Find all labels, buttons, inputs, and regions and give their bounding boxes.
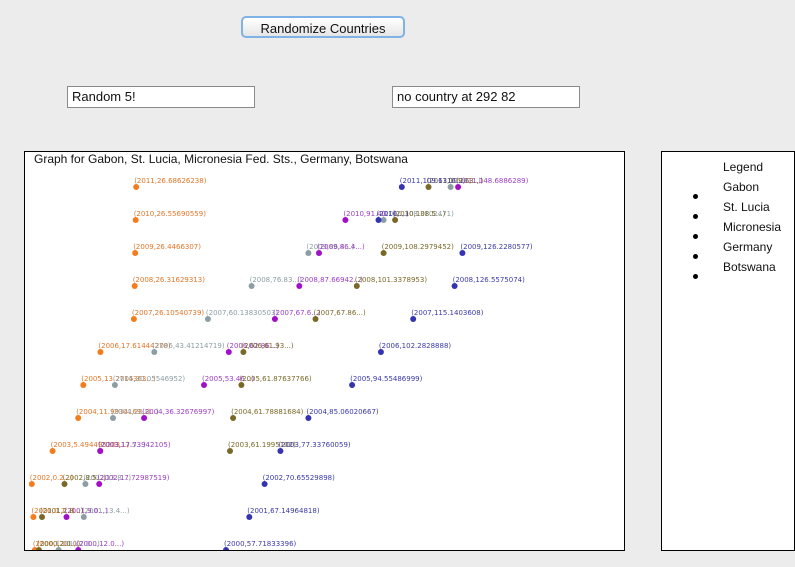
legend-dot-icon xyxy=(693,274,698,279)
data-label: (2008,126.5575074) xyxy=(453,276,526,284)
data-label: (2008,101.3378953) xyxy=(355,276,428,284)
data-label: (2003,17.73942105) xyxy=(98,441,171,449)
data-label: (2000,2.0...) xyxy=(37,540,81,548)
data-label: (2000,57.71833396) xyxy=(224,540,297,548)
data-label: (2009,86.4...) xyxy=(317,243,365,251)
legend-item: Germany xyxy=(662,240,794,259)
data-label: (2005,61.87637766) xyxy=(239,375,312,383)
chart-panel[interactable]: Graph for Gabon, St. Lucia, Micronesia F… xyxy=(24,151,625,551)
data-label: (2007,26.10540739) xyxy=(132,309,205,317)
data-label: (2007,60.13830503) xyxy=(206,309,279,317)
legend-item: St. Lucia xyxy=(662,200,794,219)
data-label: (2011,26.68626238) xyxy=(134,177,207,185)
data-label: (2001,2.8...) xyxy=(40,507,84,515)
data-label: (2007,67.86...) xyxy=(314,309,366,317)
data-label: (2006,102.2828888) xyxy=(379,342,452,350)
random-selection-field[interactable]: Random 5! xyxy=(67,86,255,108)
data-label: (2008,87.66942...) xyxy=(297,276,363,284)
legend-label: Gabon xyxy=(723,180,760,194)
legend-panel: Legend Gabon St. Lucia Micronesia Germany Bo… xyxy=(661,151,795,551)
data-label: (2010,...) xyxy=(377,210,409,218)
legend-label: Micronesia xyxy=(723,220,782,234)
data-label: (2000,12.0...) xyxy=(76,540,124,548)
data-label: (2004,85.06020667) xyxy=(306,408,379,416)
legend-dot-icon xyxy=(693,234,698,239)
data-label: (2008,76.83...) xyxy=(250,276,302,284)
data-label: (2003,77.33760059) xyxy=(278,441,351,449)
data-label: (2002,17.72987519) xyxy=(97,474,170,482)
data-label: (2001,67.14964818) xyxy=(247,507,320,515)
data-label: (2002,70.65529898) xyxy=(263,474,336,482)
data-label: (2005,94.55486999) xyxy=(350,375,423,383)
data-label: (2002,8.5...) xyxy=(63,474,107,482)
legend-item: Gabon xyxy=(662,180,794,199)
data-label: (2004,36.32676997) xyxy=(142,408,215,416)
data-label: (2009,26.4466307) xyxy=(133,243,201,251)
data-label: (2005,30.05546952) xyxy=(113,375,186,383)
randomize-countries-button[interactable]: Randomize Countries xyxy=(241,16,405,38)
data-label: (2009,126.2280577) xyxy=(460,243,533,251)
data-label: (2011,109.6316...) xyxy=(400,177,466,185)
legend-item: Botswana xyxy=(662,260,794,279)
data-label: (2006,61.93...) xyxy=(241,342,293,350)
data-label: (2008,26.31629313) xyxy=(133,276,206,284)
hover-status-field[interactable]: no country at 292 82 xyxy=(392,86,580,108)
scatter-plot[interactable]: (2000,1.0...)(2001,0.7...)(2002,0.2...)(… xyxy=(25,152,625,551)
legend-label: Botswana xyxy=(723,260,776,274)
data-label: (2009,108.2979452) xyxy=(382,243,455,251)
legend-item: Micronesia xyxy=(662,220,794,239)
data-label: (2010,26.55690559) xyxy=(134,210,207,218)
legend-dot-icon xyxy=(693,214,698,219)
data-label: (2007,115.1403608) xyxy=(411,309,484,317)
data-label: (2006,43.41214719) xyxy=(152,342,225,350)
legend-dot-icon xyxy=(693,254,698,259)
data-label: (2004,61.78881684) xyxy=(231,408,304,416)
legend-title: Legend xyxy=(723,160,764,174)
legend-label: Germany xyxy=(723,240,773,254)
legend-label: St. Lucia xyxy=(723,200,770,214)
legend-dot-icon xyxy=(693,194,698,199)
